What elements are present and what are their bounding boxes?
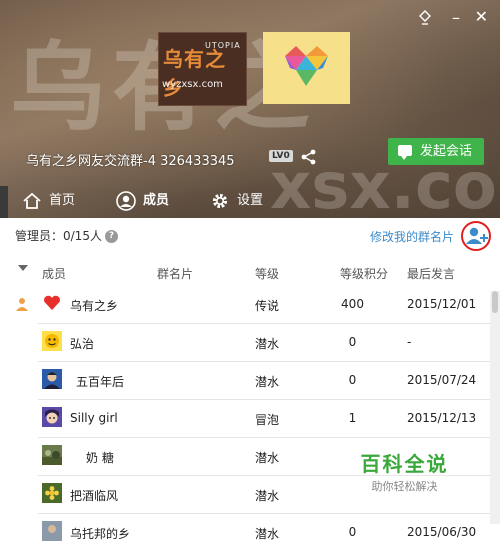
photo-avatar-icon xyxy=(42,521,62,541)
tab-bar: 首页 成员 设置 xyxy=(0,184,500,218)
column-member[interactable]: 成员 xyxy=(42,265,66,282)
site-watermark: 百科全说 助你轻松解决 xyxy=(360,452,449,493)
heart-avatar-icon xyxy=(42,293,62,313)
member-last-message: 2015/12/01 xyxy=(407,297,477,311)
member-list-scrollbar[interactable] xyxy=(490,291,500,524)
start-chat-button[interactable]: 发起会话 xyxy=(388,138,484,165)
add-user-icon xyxy=(466,227,488,244)
member-level: 潜水 xyxy=(255,451,280,465)
yellow-face-avatar-icon xyxy=(42,331,62,351)
member-last-message: 2015/12/13 xyxy=(407,411,477,425)
chat-bubble-icon xyxy=(398,145,412,160)
member-level: 冒泡 xyxy=(255,413,280,427)
member-name: 乌托邦的乡 xyxy=(70,527,131,541)
flower-avatar-icon xyxy=(42,483,62,503)
sort-arrow-icon[interactable] xyxy=(18,265,28,271)
member-points: 0 xyxy=(348,335,357,349)
member-level: 潜水 xyxy=(255,527,280,541)
help-icon[interactable]: ? xyxy=(104,230,118,243)
scene-avatar-icon xyxy=(42,445,62,465)
group-logo: UTOPIA 乌有之乡 wyzxsx.com xyxy=(158,32,247,106)
member-name: 弘治 xyxy=(70,337,95,351)
member-name: 乌有之乡 xyxy=(70,299,119,313)
member-last-message: 2015/06/30 xyxy=(407,525,477,539)
member-level: 潜水 xyxy=(255,375,280,389)
member-row[interactable]: 乌有之乡 传说 400 2015/12/01 xyxy=(0,286,490,324)
edit-group-card-link[interactable]: 修改我的群名片 xyxy=(370,228,454,245)
person-icon xyxy=(116,191,136,211)
member-points: 400 xyxy=(341,297,364,311)
group-title: 乌有之乡网友交流群-4 326433345 xyxy=(26,154,235,169)
member-row[interactable]: 乌托邦的乡 潜水 0 2015/06/30 xyxy=(0,514,490,552)
column-last-message[interactable]: 最后发言 xyxy=(407,265,455,282)
level-badge: LV0 xyxy=(269,150,293,162)
member-name: Silly girl xyxy=(70,411,118,425)
member-last-message: - xyxy=(407,335,412,349)
member-name: 五百年后 xyxy=(76,375,125,389)
member-name: 奶 糖 xyxy=(86,451,114,465)
member-row[interactable]: 弘治 潜水 0 - xyxy=(0,324,490,362)
column-level-points[interactable]: 等级积分 xyxy=(340,265,388,282)
column-level[interactable]: 等级 xyxy=(255,265,279,282)
member-row[interactable]: 五百年后 潜水 0 2015/07/24 xyxy=(0,362,490,400)
member-table-header: 成员 群名片 等级 等级积分 最后发言 xyxy=(0,262,490,286)
admin-count: 管理员：0/15人? xyxy=(15,226,118,246)
member-name: 把酒临风 xyxy=(70,489,119,503)
column-group-card[interactable]: 群名片 xyxy=(157,265,193,282)
close-icon[interactable]: ✕ xyxy=(475,8,488,26)
anime-girl-avatar-icon xyxy=(42,407,62,427)
member-points: 0 xyxy=(348,373,357,387)
portrait-avatar-icon xyxy=(42,369,62,389)
house-icon xyxy=(22,191,42,211)
gear-icon xyxy=(210,191,230,211)
member-level: 传说 xyxy=(255,299,280,313)
pin-icon[interactable] xyxy=(416,10,434,28)
member-last-message: 2015/07/24 xyxy=(407,373,477,387)
minimize-icon[interactable]: – xyxy=(452,9,460,27)
member-level: 潜水 xyxy=(255,337,280,351)
member-level: 潜水 xyxy=(255,489,280,503)
scroll-thumb[interactable] xyxy=(492,291,498,313)
share-icon[interactable] xyxy=(300,149,318,165)
owner-icon xyxy=(16,297,28,311)
member-points: 1 xyxy=(348,411,357,425)
group-avatar[interactable] xyxy=(263,32,350,104)
member-row[interactable]: Silly girl 冒泡 1 2015/12/13 xyxy=(0,400,490,438)
group-header: 乌有之 xsx.com – ✕ UTOPIA 乌有之乡 wyzxsx.com 乌… xyxy=(0,0,500,218)
member-points: 0 xyxy=(348,525,357,539)
add-member-button[interactable] xyxy=(461,221,491,251)
